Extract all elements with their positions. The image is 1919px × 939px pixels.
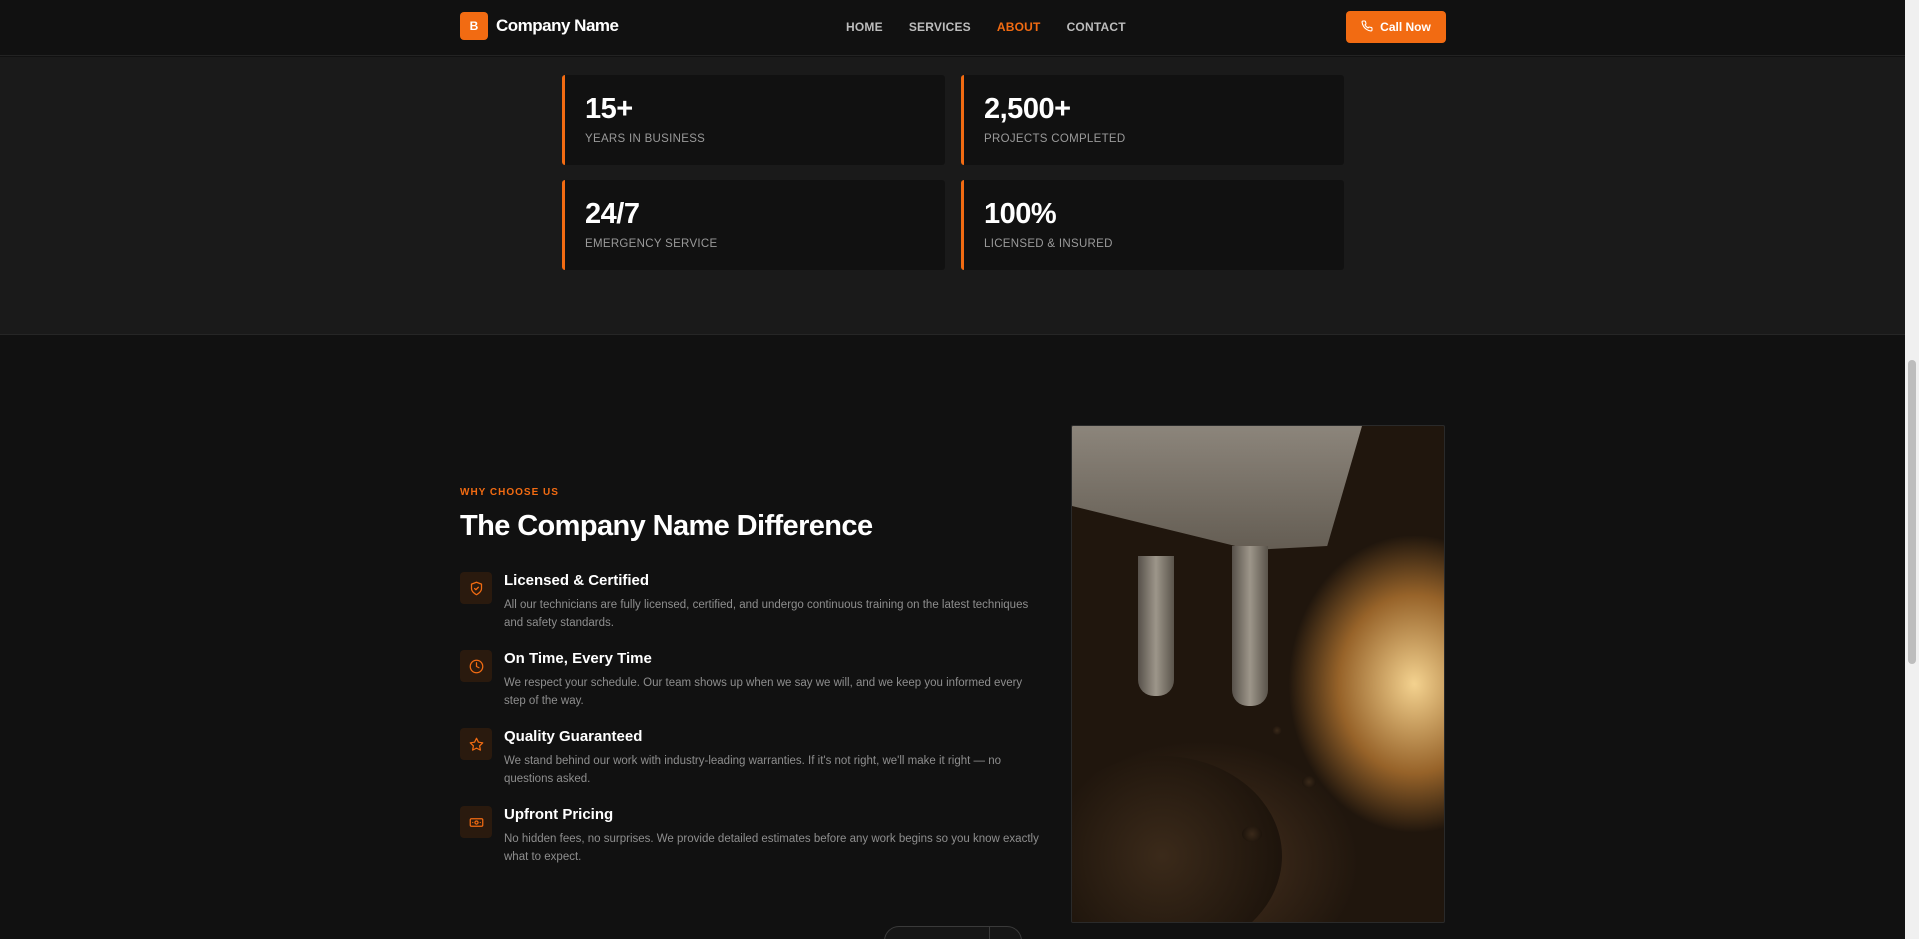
clock-icon: [460, 650, 492, 682]
feature-description: No hidden fees, no surprises. We provide…: [504, 833, 1039, 863]
stat-card: 100% LICENSED & INSURED: [961, 180, 1344, 270]
feature-description: All our technicians are fully licensed, …: [504, 599, 1029, 629]
money-bill-icon: [460, 806, 492, 838]
floating-widget[interactable]: [884, 926, 1022, 939]
stat-label: PROJECTS COMPLETED: [984, 133, 1126, 145]
nav-about[interactable]: ABOUT: [997, 20, 1041, 34]
stat-value: 2,500+: [984, 93, 1071, 125]
page-scrollbar[interactable]: [1905, 0, 1919, 939]
section-title: The Company Name Difference: [460, 510, 873, 542]
feature-description: We stand behind our work with industry-l…: [504, 755, 1001, 785]
stat-label: LICENSED & INSURED: [984, 238, 1113, 250]
stat-value: 100%: [984, 198, 1057, 230]
excavator-bucket-shape: [1072, 426, 1362, 550]
site-header: B Company Name HOME SERVICES ABOUT CONTA…: [0, 0, 1905, 56]
stat-label: EMERGENCY SERVICE: [585, 238, 718, 250]
stats-section: 15+ YEARS IN BUSINESS 2,500+ PROJECTS CO…: [0, 57, 1905, 335]
dirt-clump-shape: [1242, 826, 1262, 842]
shield-check-icon: [460, 572, 492, 604]
section-eyebrow: WHY CHOOSE US: [460, 487, 559, 498]
star-icon: [460, 728, 492, 760]
stat-value: 15+: [585, 93, 633, 125]
dirt-clump-shape: [1272, 726, 1282, 735]
call-now-label: Call Now: [1380, 20, 1431, 34]
widget-divider: [989, 927, 990, 939]
feature-description: We respect your schedule. Our team shows…: [504, 677, 1023, 707]
why-choose-section: WHY CHOOSE US The Company Name Differenc…: [0, 336, 1905, 939]
logo[interactable]: B Company Name: [460, 12, 619, 40]
feature-title: On Time, Every Time: [504, 650, 652, 667]
nav-contact[interactable]: CONTACT: [1067, 20, 1126, 34]
call-now-button[interactable]: Call Now: [1346, 11, 1446, 43]
stat-card: 15+ YEARS IN BUSINESS: [562, 75, 945, 165]
stat-card: 2,500+ PROJECTS COMPLETED: [961, 75, 1344, 165]
stat-card: 24/7 EMERGENCY SERVICE: [562, 180, 945, 270]
bucket-tooth-shape: [1232, 546, 1268, 706]
excavator-photo: [1071, 425, 1445, 923]
feature-title: Quality Guaranteed: [504, 728, 643, 745]
logo-badge: B: [460, 12, 488, 40]
main-nav: HOME SERVICES ABOUT CONTACT: [846, 20, 1126, 34]
nav-home[interactable]: HOME: [846, 20, 883, 34]
bucket-tooth-shape: [1138, 556, 1174, 696]
feature-title: Upfront Pricing: [504, 806, 614, 823]
phone-icon: [1361, 19, 1373, 35]
stat-label: YEARS IN BUSINESS: [585, 133, 706, 145]
scrollbar-thumb[interactable]: [1908, 360, 1916, 664]
dirt-clump-shape: [1302, 776, 1316, 788]
stat-value: 24/7: [585, 198, 640, 230]
brand-name: Company Name: [496, 16, 619, 35]
nav-services[interactable]: SERVICES: [909, 20, 971, 34]
feature-title: Licensed & Certified: [504, 572, 650, 589]
